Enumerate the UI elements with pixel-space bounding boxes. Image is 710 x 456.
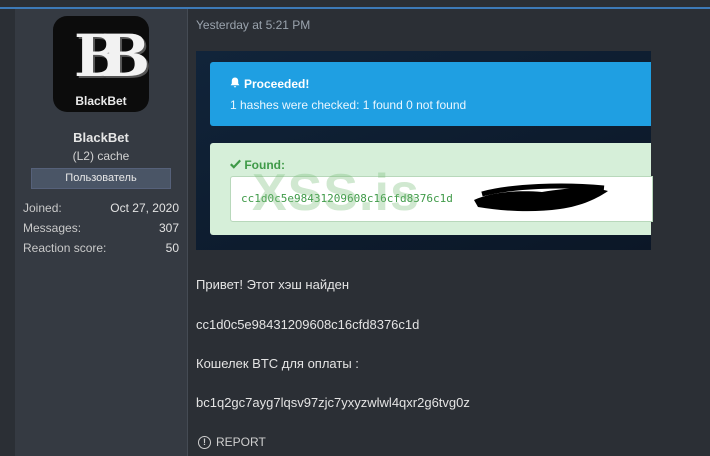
proceeded-title-row: Proceeded! xyxy=(230,77,309,91)
post-text-hash: cc1d0c5e98431209608c16cfd8376c1d xyxy=(196,317,420,332)
user-panel: BB BlackBet BlackBet (L2) cache Пользова… xyxy=(15,9,188,456)
user-banner: Пользователь xyxy=(31,168,171,189)
proceeded-text: 1 hashes were checked: 1 found 0 not fou… xyxy=(230,98,467,112)
stat-messages: Messages: 307 xyxy=(23,221,179,235)
redaction-scribble xyxy=(474,183,608,212)
user-title: (L2) cache xyxy=(72,149,130,163)
stat-label: Reaction score: xyxy=(23,241,107,255)
stat-reaction-score: Reaction score: 50 xyxy=(23,241,179,255)
stat-label: Messages: xyxy=(23,221,82,235)
proceeded-alert: Proceeded! 1 hashes were checked: 1 foun… xyxy=(210,62,651,126)
stat-joined: Joined: Oct 27, 2020 xyxy=(23,201,179,215)
stat-label: Joined: xyxy=(23,201,62,215)
post-text-greeting: Привет! Этот хэш найден xyxy=(196,277,350,292)
report-button[interactable]: ! REPORT xyxy=(198,435,266,449)
avatar-logo: BB xyxy=(73,22,149,90)
report-icon: ! xyxy=(198,435,211,449)
stat-value: Oct 27, 2020 xyxy=(110,201,179,215)
proceeded-title: Proceeded! xyxy=(244,77,310,91)
post-timestamp[interactable]: Yesterday at 5:21 PM xyxy=(196,18,310,32)
bell-icon xyxy=(230,77,240,91)
stat-value: 50 xyxy=(165,241,179,255)
avatar-text: BlackBet xyxy=(75,94,127,108)
attached-screenshot[interactable]: Proceeded! 1 hashes were checked: 1 foun… xyxy=(196,51,653,250)
post-body: Yesterday at 5:21 PM Proceeded! 1 hashes… xyxy=(196,9,710,456)
check-icon xyxy=(230,158,244,172)
stat-value[interactable]: 307 xyxy=(159,221,179,235)
post-text-wallet-label: Кошелек BTC для оплаты : xyxy=(196,356,359,371)
avatar[interactable]: BB BlackBet xyxy=(53,16,149,112)
post-text-wallet-address: bc1q2gc7ayg7lqsv97zjc7yxyzwlwl4qxr2g6tvg… xyxy=(196,395,470,410)
report-label: REPORT xyxy=(216,435,266,449)
username[interactable]: BlackBet xyxy=(15,130,187,145)
watermark: XSS.is xyxy=(252,164,420,222)
